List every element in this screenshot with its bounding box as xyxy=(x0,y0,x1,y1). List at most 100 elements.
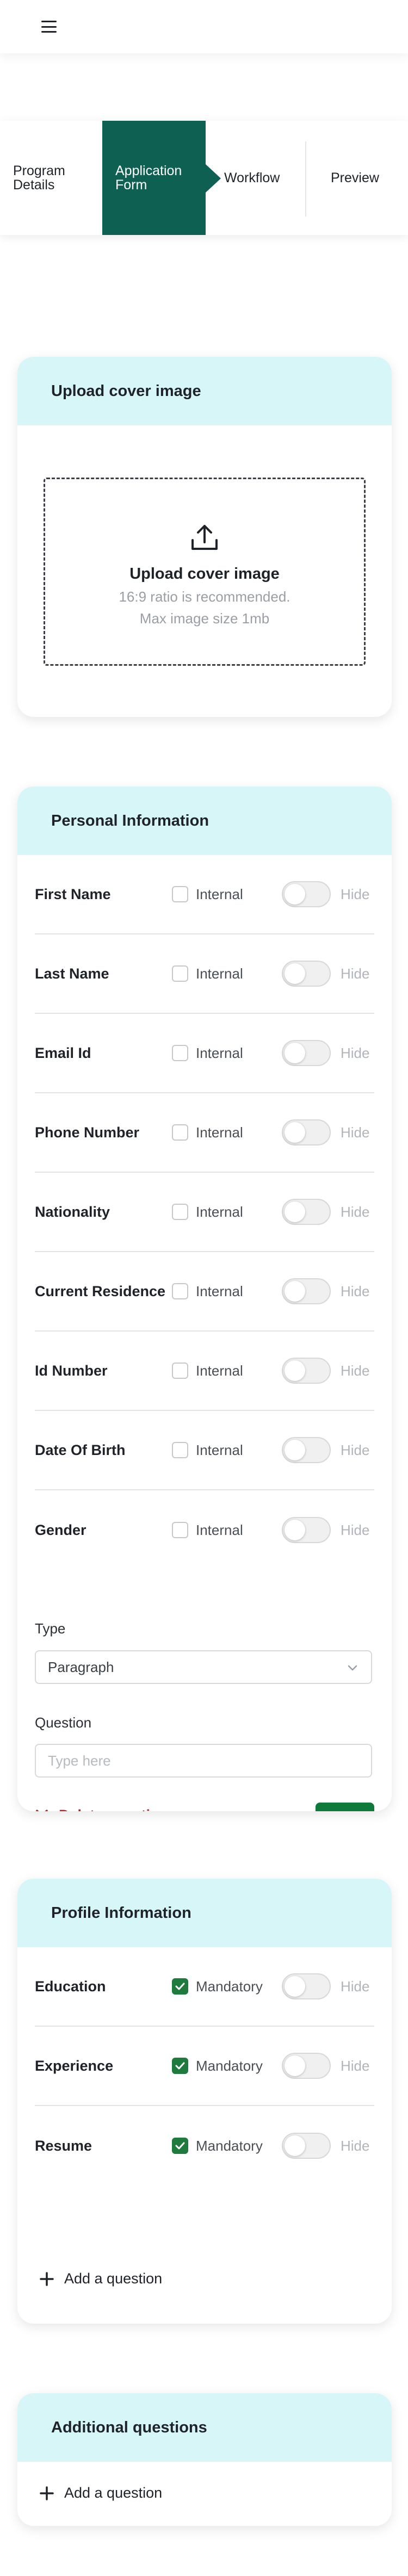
checkbox[interactable] xyxy=(172,2058,188,2074)
hide-toggle[interactable] xyxy=(282,1040,331,1066)
check-icon xyxy=(175,2142,185,2150)
checkbox-label: Internal xyxy=(196,1124,243,1141)
hide-label: Hide xyxy=(341,1362,370,1379)
toggle-knob xyxy=(285,1440,305,1460)
checkbox[interactable] xyxy=(172,965,188,982)
checkbox[interactable] xyxy=(172,1363,188,1379)
step-preview[interactable]: Preview xyxy=(331,121,396,235)
upload-size-hint: Max image size 1mb xyxy=(139,610,270,627)
field-label: Last Name xyxy=(35,965,109,982)
upload-title: Upload cover image xyxy=(129,565,280,583)
plus-icon xyxy=(40,2486,54,2500)
top-bar xyxy=(0,0,408,53)
toggle-knob xyxy=(285,1281,305,1302)
additional-questions-card: Additional questions Add a question xyxy=(17,2393,392,2526)
personal-field-row: Phone Number Internal Hide xyxy=(35,1093,374,1173)
checkbox[interactable] xyxy=(172,1124,188,1141)
checkbox-label: Mandatory xyxy=(196,1978,263,1995)
checkbox[interactable] xyxy=(172,1045,188,1061)
hide-toggle[interactable] xyxy=(282,1517,331,1543)
question-placeholder: Type here xyxy=(48,1752,111,1769)
toggle-knob xyxy=(285,1122,305,1143)
hide-toggle[interactable] xyxy=(282,1437,331,1463)
field-label: Resume xyxy=(35,2138,92,2154)
toggle-knob xyxy=(285,1202,305,1222)
check-icon xyxy=(175,2062,185,2070)
upload-icon xyxy=(191,525,218,550)
checkbox-label: Internal xyxy=(196,1203,243,1220)
cover-image-card: Upload cover image Upload cover image 16… xyxy=(17,357,392,717)
question-label: Question xyxy=(35,1714,92,1731)
form-stepper: Program Details Application Form Workflo… xyxy=(0,121,408,235)
save-button[interactable]: Save xyxy=(316,1803,374,1811)
delete-question-label: Delete question xyxy=(59,1807,168,1811)
field-label: Date Of Birth xyxy=(35,1442,126,1458)
hamburger-menu-icon[interactable] xyxy=(41,21,57,33)
check-icon xyxy=(175,1983,185,1990)
personal-field-row: Date Of Birth Internal Hide xyxy=(35,1411,374,1490)
field-label: Email Id xyxy=(35,1045,91,1061)
checkbox[interactable] xyxy=(172,1204,188,1220)
delete-question-button[interactable]: Delete question xyxy=(35,1807,168,1811)
hide-toggle[interactable] xyxy=(282,1119,331,1145)
add-question-label: Add a question xyxy=(64,2270,163,2287)
personal-field-row: Email Id Internal Hide xyxy=(35,1014,374,1093)
card-heading: Additional questions xyxy=(17,2393,392,2462)
hide-toggle[interactable] xyxy=(282,2053,331,2079)
question-type-select[interactable]: Paragraph xyxy=(35,1650,372,1684)
hide-label: Hide xyxy=(341,2137,370,2154)
personal-information-card: Personal Information First Name Internal H… xyxy=(17,787,392,1811)
close-icon xyxy=(36,1809,48,1811)
checkbox-label: Internal xyxy=(196,1362,243,1379)
step-divider xyxy=(305,141,306,216)
upload-ratio-hint: 16:9 ratio is recommended. xyxy=(119,589,290,605)
step-workflow[interactable]: Workflow xyxy=(224,121,306,235)
hide-label: Hide xyxy=(341,1441,370,1458)
checkbox-label: Internal xyxy=(196,965,243,982)
step-program-details[interactable]: Program Details xyxy=(13,121,100,235)
hide-toggle[interactable] xyxy=(282,1199,331,1225)
checkbox-label: Internal xyxy=(196,886,243,902)
toggle-knob xyxy=(285,884,305,905)
toggle-knob xyxy=(285,1976,305,1997)
hide-label: Hide xyxy=(341,1124,370,1141)
field-label: Nationality xyxy=(35,1204,110,1220)
field-label: Id Number xyxy=(35,1363,108,1379)
question-input[interactable]: Type here xyxy=(35,1744,372,1778)
checkbox-label: Mandatory xyxy=(196,2057,263,2074)
hide-toggle[interactable] xyxy=(282,961,331,987)
checkbox[interactable] xyxy=(172,1978,188,1995)
step-application-form[interactable]: Application Form xyxy=(102,121,206,235)
add-question-button[interactable]: Add a question xyxy=(39,2270,162,2287)
hide-toggle[interactable] xyxy=(282,1358,331,1384)
toggle-knob xyxy=(285,1043,305,1063)
cover-upload-dropzone[interactable]: Upload cover image 16:9 ratio is recomme… xyxy=(44,478,366,666)
field-label: Experience xyxy=(35,2058,114,2074)
active-step-arrow xyxy=(206,164,221,193)
checkbox[interactable] xyxy=(172,1522,188,1538)
hide-toggle[interactable] xyxy=(282,1278,331,1304)
checkbox[interactable] xyxy=(172,2138,188,2154)
checkbox-label: Internal xyxy=(196,1044,243,1061)
checkbox[interactable] xyxy=(172,1283,188,1299)
checkbox[interactable] xyxy=(172,886,188,902)
step-label: Program xyxy=(13,163,65,178)
hide-label: Hide xyxy=(341,2057,370,2074)
hide-toggle[interactable] xyxy=(282,881,331,907)
chevron-down-icon xyxy=(348,1665,357,1671)
add-question-button[interactable]: Add a question xyxy=(39,2485,162,2501)
card-heading: Profile Information xyxy=(17,1879,392,1947)
checkbox[interactable] xyxy=(172,1442,188,1458)
hide-toggle[interactable] xyxy=(282,1973,331,1999)
select-value: Paragraph xyxy=(48,1658,114,1675)
checkbox-label: Internal xyxy=(196,1441,243,1458)
checkbox-label: Mandatory xyxy=(196,2137,263,2154)
step-label: Form xyxy=(115,177,147,193)
profile-field-row: Resume Mandatory Hide xyxy=(35,2106,374,2185)
type-label: Type xyxy=(35,1620,66,1637)
field-label: First Name xyxy=(35,886,111,902)
hide-label: Hide xyxy=(341,1978,370,1995)
hide-toggle[interactable] xyxy=(282,2133,331,2159)
profile-field-row: Education Mandatory Hide xyxy=(35,1947,374,2027)
personal-field-row: Current Residence Internal Hide xyxy=(35,1252,374,1332)
